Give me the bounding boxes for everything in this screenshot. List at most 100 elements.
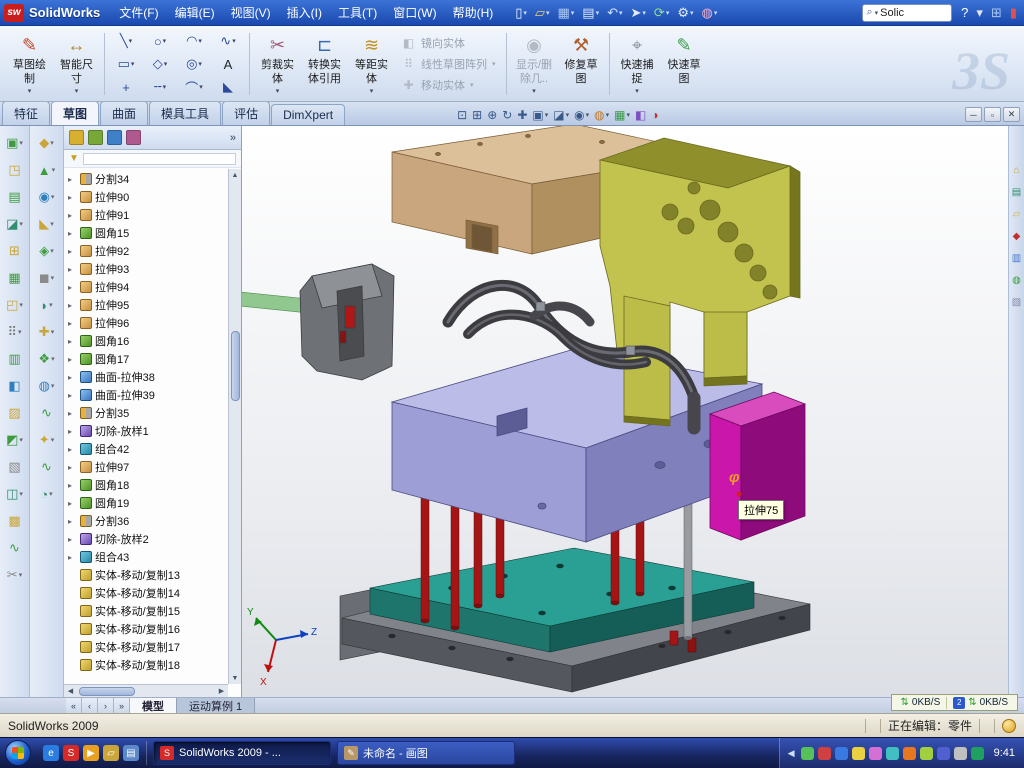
expand-arrow-icon[interactable]: ▸ bbox=[68, 391, 77, 400]
sketch-tool-icon[interactable]: ❖▾ bbox=[38, 350, 54, 368]
feature-tool-icon[interactable]: ⊞ bbox=[9, 242, 20, 260]
feature-tree-item[interactable]: ▸ 圆角15 bbox=[66, 224, 227, 242]
document-view-tab[interactable]: 运动算例 1 bbox=[177, 698, 255, 713]
dropdown-arrow-icon[interactable]: ▾ bbox=[18, 328, 22, 336]
solidworks-launcher-icon[interactable]: S bbox=[63, 745, 79, 761]
feature-tree-item[interactable]: ▸ 实体-移动/复制13 bbox=[66, 566, 227, 584]
section-view-icon[interactable]: ◧ bbox=[634, 108, 647, 122]
feature-tree-item[interactable]: ▸ 实体-移动/复制17 bbox=[66, 638, 227, 656]
sketch-tool-icon[interactable]: ◆▾ bbox=[39, 134, 54, 152]
dropdown-arrow-icon[interactable]: ▾ bbox=[232, 37, 236, 45]
sketch-tool-icon[interactable]: ◈▾ bbox=[39, 242, 54, 260]
tray-icon[interactable] bbox=[835, 747, 848, 760]
dropdown-arrow-icon[interactable]: ▾ bbox=[19, 301, 23, 309]
feature-tree-item[interactable]: ▸ 拉伸95 bbox=[66, 296, 227, 314]
feature-tree-item[interactable]: ▸ 拉伸93 bbox=[66, 260, 227, 278]
menu-item[interactable]: 帮助(H) bbox=[446, 1, 501, 24]
home-icon[interactable]: ⌂ bbox=[1013, 166, 1019, 176]
chamfer-tool[interactable]: ◣ bbox=[211, 76, 245, 99]
design-library-icon[interactable]: ▤ bbox=[1012, 188, 1021, 198]
tray-expand-icon[interactable]: ◀ bbox=[788, 748, 795, 759]
feature-tree-item[interactable]: ▸ 实体-移动/复制15 bbox=[66, 602, 227, 620]
zoom-icon[interactable]: ⊕ bbox=[486, 108, 498, 122]
feature-tool-icon[interactable]: ✂▾ bbox=[7, 566, 22, 584]
dropdown-arrow-icon[interactable]: ▾ bbox=[470, 81, 474, 89]
minimize-button[interactable]: ─ bbox=[965, 107, 982, 122]
featuremanager-tab-icon[interactable] bbox=[69, 130, 84, 145]
dropdown-arrow-icon[interactable]: ▾ bbox=[199, 83, 203, 91]
menu-item[interactable]: 工具(T) bbox=[331, 1, 384, 24]
search-scope-arrow-icon[interactable]: ▾ bbox=[875, 9, 879, 17]
expand-arrow-icon[interactable]: ▸ bbox=[68, 193, 77, 202]
dropdown-arrow-icon[interactable]: ▾ bbox=[51, 328, 55, 336]
tray-icon[interactable] bbox=[903, 747, 916, 760]
zoom-area-icon[interactable]: ⊞ bbox=[471, 108, 483, 122]
dropdown-arrow-icon[interactable]: ▾ bbox=[19, 571, 23, 579]
dropdown-arrow-icon[interactable]: ▾ bbox=[198, 60, 202, 68]
dropdown-arrow-icon[interactable]: ▾ bbox=[19, 490, 23, 498]
dropdown-arrow-icon[interactable]: ▾ bbox=[626, 111, 630, 119]
tab-nav-button[interactable]: « bbox=[66, 698, 82, 713]
dropdown-arrow-icon[interactable]: ▾ bbox=[129, 37, 133, 45]
text-tool[interactable]: A bbox=[211, 53, 245, 76]
expand-arrow-icon[interactable]: ▸ bbox=[68, 301, 77, 310]
scene-icon[interactable]: ▦▾ bbox=[613, 108, 631, 122]
feature-tree-item[interactable]: ▸ 切除-放样1 bbox=[66, 422, 227, 440]
sketch-tool-icon[interactable]: ∿ bbox=[41, 458, 52, 476]
feature-tree-item[interactable]: ▸ 组合43 bbox=[66, 548, 227, 566]
expand-arrow-icon[interactable]: ▸ bbox=[68, 319, 77, 328]
dropdown-arrow-icon[interactable]: ▾ bbox=[50, 220, 54, 228]
scrollbar-thumb[interactable] bbox=[231, 331, 240, 401]
expand-arrow-icon[interactable]: ▸ bbox=[68, 265, 77, 274]
file-explorer-icon[interactable]: ▱ bbox=[1013, 210, 1021, 220]
dropdown-arrow-icon[interactable]: ▾ bbox=[28, 87, 32, 95]
tray-icon[interactable] bbox=[920, 747, 933, 760]
feature-tree-item[interactable]: ▸ 圆角17 bbox=[66, 350, 227, 368]
close-button[interactable]: ✕ bbox=[1003, 107, 1020, 122]
solidworks-resources-icon[interactable]: ◍ bbox=[1012, 276, 1021, 286]
tray-icon[interactable] bbox=[937, 747, 950, 760]
tray-icon[interactable] bbox=[818, 747, 831, 760]
dropdown-arrow-icon[interactable]: ▾ bbox=[49, 490, 53, 498]
expand-arrow-icon[interactable]: ▸ bbox=[68, 373, 77, 382]
feature-tree-item[interactable]: ▸ 拉伸90 bbox=[66, 188, 227, 206]
sketch-fillet-tool[interactable]: ⌒▾ bbox=[177, 76, 211, 99]
feature-tree-item[interactable]: ▸ 实体-移动/复制16 bbox=[66, 620, 227, 638]
rectangle-tool[interactable]: ▭▾ bbox=[109, 53, 143, 76]
feature-tool-icon[interactable]: ▩ bbox=[8, 512, 20, 530]
expand-arrow-icon[interactable]: ▸ bbox=[68, 337, 77, 346]
quick-snaps-button[interactable]: ⌖ 快速捕 捉 ▾ bbox=[614, 29, 661, 99]
expand-arrow-icon[interactable]: ▸ bbox=[68, 445, 77, 454]
tree-filter-input[interactable] bbox=[83, 153, 236, 165]
dropdown-arrow-icon[interactable]: ▾ bbox=[19, 139, 23, 147]
sketch-button[interactable]: ✎ 草图绘 制 ▾ bbox=[6, 29, 53, 99]
print-icon[interactable]: ▤▾ bbox=[579, 3, 602, 23]
ribbon-tab[interactable]: DimXpert bbox=[271, 104, 345, 125]
help-icon[interactable]: ? bbox=[958, 3, 971, 23]
feature-tree-item[interactable]: ▸ 曲面-拉伸38 bbox=[66, 368, 227, 386]
undo-icon[interactable]: ↶▾ bbox=[604, 3, 625, 23]
zoom-fit-icon[interactable]: ⊡ bbox=[456, 108, 468, 122]
part-connector-block[interactable] bbox=[300, 264, 394, 380]
save-icon[interactable]: ▦▾ bbox=[554, 3, 577, 23]
hide-show-icon[interactable]: ◉▾ bbox=[573, 108, 590, 122]
device-icon[interactable]: ▮ bbox=[1007, 3, 1020, 23]
feature-tool-icon[interactable]: ▧ bbox=[8, 458, 20, 476]
collapse-icon[interactable]: ▾ bbox=[973, 3, 986, 23]
feature-tool-icon[interactable]: ▦ bbox=[8, 269, 20, 287]
status-help-icon[interactable] bbox=[1002, 719, 1016, 733]
feature-tree-item[interactable]: ▸ 圆角19 bbox=[66, 494, 227, 512]
menu-item[interactable]: 文件(F) bbox=[112, 1, 165, 24]
ellipse-tool[interactable]: ◎▾ bbox=[177, 53, 211, 76]
camera-icon[interactable]: ◑ bbox=[650, 108, 659, 122]
move-entities-button[interactable]: ✚ 移动实体 ▾ bbox=[401, 77, 496, 93]
dropdown-arrow-icon[interactable]: ▾ bbox=[276, 87, 280, 95]
expand-arrow-icon[interactable]: ▸ bbox=[68, 427, 77, 436]
appearance-edit-icon[interactable]: ◍▾ bbox=[699, 3, 721, 23]
open-icon[interactable]: ▱▾ bbox=[532, 3, 553, 23]
dropdown-arrow-icon[interactable]: ▾ bbox=[19, 220, 23, 228]
expand-arrow-icon[interactable]: ▸ bbox=[68, 211, 77, 220]
dropdown-arrow-icon[interactable]: ▾ bbox=[51, 274, 55, 282]
expand-arrow-icon[interactable]: ▸ bbox=[68, 247, 77, 256]
dropdown-arrow-icon[interactable]: ▾ bbox=[51, 193, 55, 201]
